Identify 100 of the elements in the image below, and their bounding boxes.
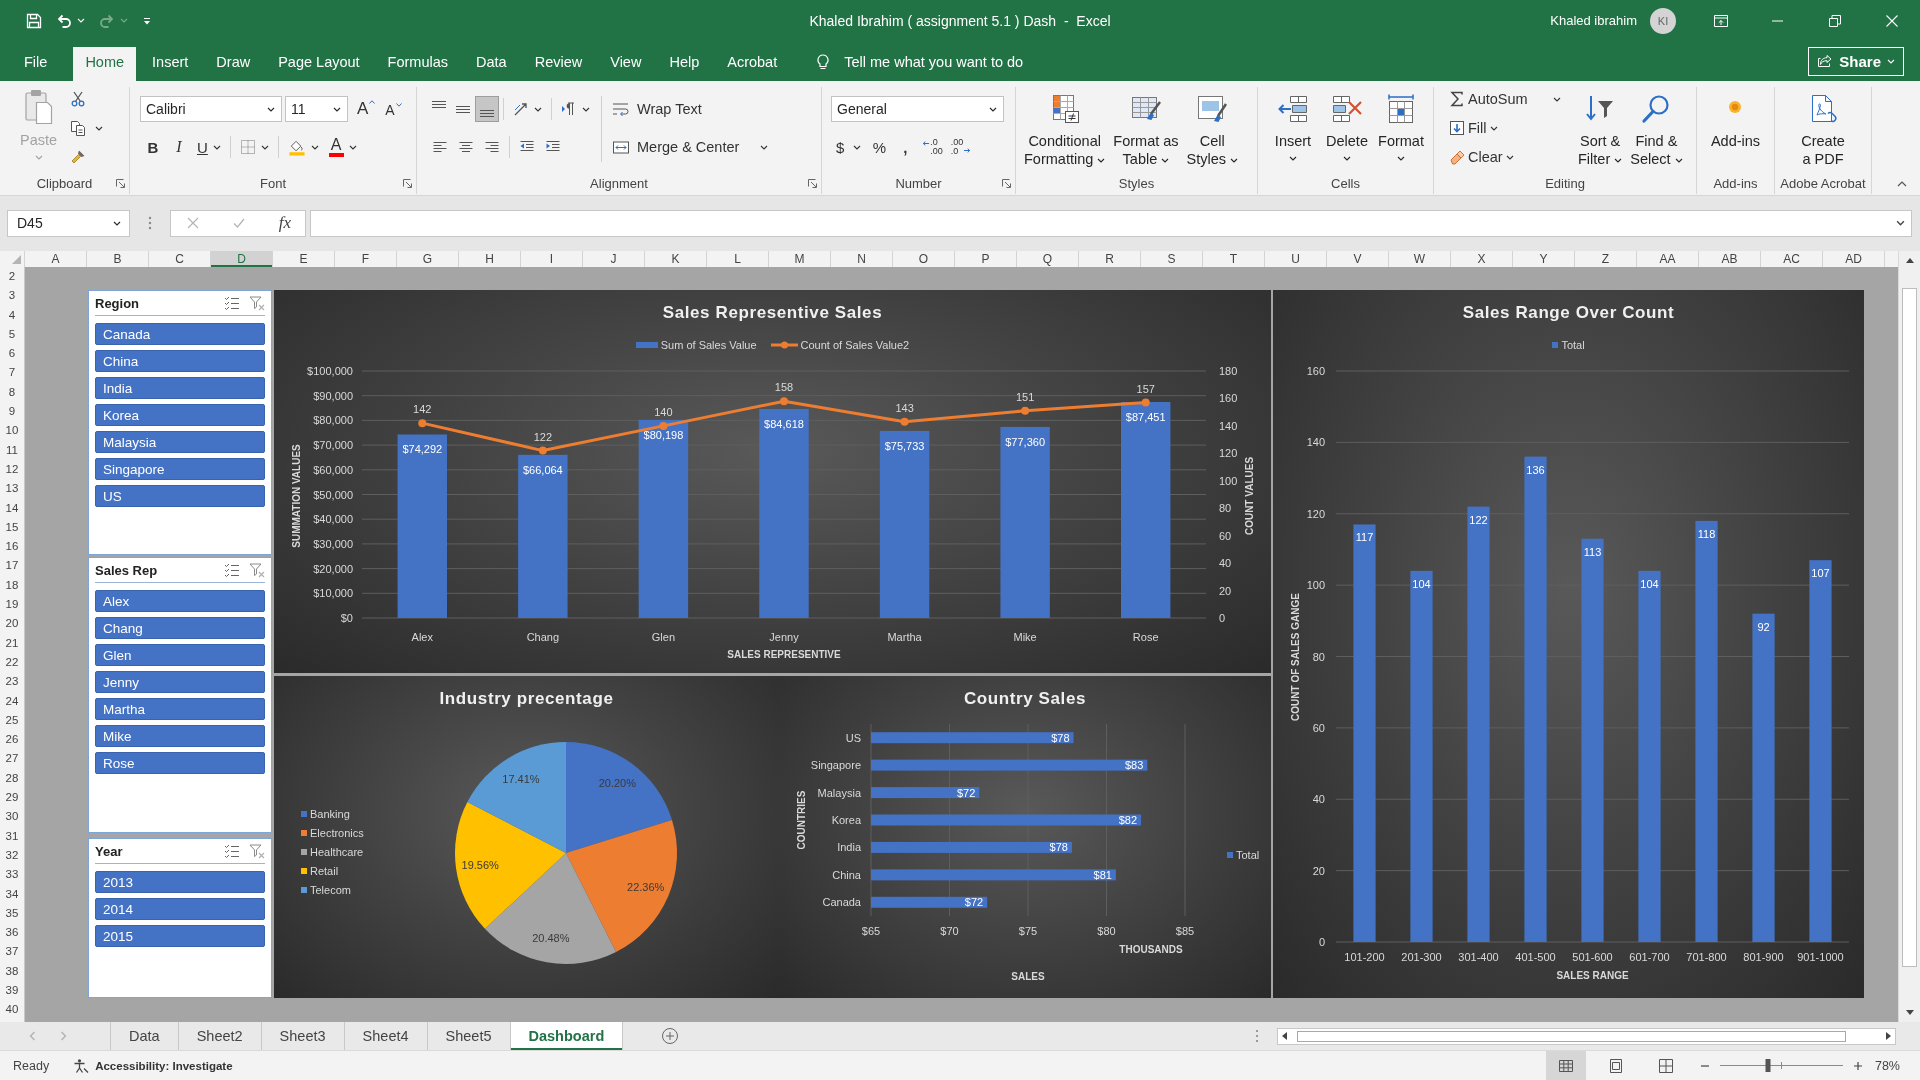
create-pdf-button[interactable]: Create a PDF bbox=[1797, 93, 1849, 172]
row-header[interactable]: 35 bbox=[0, 903, 24, 924]
slicer-item[interactable]: Martha bbox=[95, 698, 265, 720]
row-header[interactable]: 22 bbox=[0, 652, 24, 673]
row-header[interactable]: 33 bbox=[0, 865, 24, 885]
fill-button[interactable]: Fill bbox=[1444, 116, 1574, 140]
normal-view-button[interactable] bbox=[1545, 1051, 1586, 1080]
slicer-item[interactable]: 2014 bbox=[95, 898, 265, 920]
autosum-button[interactable]: AutoSum bbox=[1444, 87, 1574, 111]
conditional-formatting-button[interactable]: Conditional Formatting bbox=[1020, 93, 1110, 172]
row-header[interactable]: 10 bbox=[0, 421, 24, 441]
slicer-item[interactable]: Mike bbox=[95, 725, 265, 747]
name-box[interactable]: D45 bbox=[7, 209, 130, 237]
row-header[interactable]: 13 bbox=[0, 479, 24, 499]
multi-select-icon[interactable] bbox=[224, 562, 240, 578]
scrollbar-thumb[interactable] bbox=[1297, 1030, 1846, 1042]
row-header[interactable]: 39 bbox=[0, 981, 24, 1001]
share-button[interactable]: Share bbox=[1808, 46, 1904, 76]
insert-cells-button[interactable]: Insert bbox=[1266, 93, 1320, 172]
format-cells-button[interactable]: Format bbox=[1374, 93, 1428, 172]
row-header[interactable]: 28 bbox=[0, 768, 24, 788]
ribbon-tab[interactable]: Help bbox=[657, 47, 712, 81]
row-header[interactable]: 23 bbox=[0, 672, 24, 692]
currency-format-button[interactable]: $ bbox=[831, 134, 867, 160]
slicer-item[interactable]: Canada bbox=[95, 323, 265, 345]
row-header[interactable]: 31 bbox=[0, 826, 24, 846]
clear-filter-icon[interactable] bbox=[249, 295, 265, 311]
ribbon-tab[interactable]: File bbox=[12, 47, 60, 81]
cell-styles-button[interactable]: Cell Styles bbox=[1182, 93, 1243, 172]
row-header[interactable]: 25 bbox=[0, 710, 24, 731]
ribbon-tab[interactable]: Home bbox=[73, 47, 137, 81]
drag-handle-icon[interactable] bbox=[148, 216, 152, 230]
merge-center-button[interactable]: Merge & Center bbox=[608, 134, 773, 160]
plus-circle-icon[interactable] bbox=[661, 1027, 680, 1045]
row-header[interactable]: 20 bbox=[0, 614, 24, 634]
font-color-button[interactable]: A bbox=[323, 134, 362, 160]
italic-button[interactable]: I bbox=[166, 134, 192, 160]
row-header[interactable]: 17 bbox=[0, 556, 24, 576]
row-header[interactable]: 29 bbox=[0, 788, 24, 808]
row-header[interactable]: 32 bbox=[0, 845, 24, 866]
clear-button[interactable]: Clear bbox=[1444, 145, 1574, 169]
collapse-ribbon-icon[interactable] bbox=[1897, 181, 1907, 187]
row-header[interactable]: 9 bbox=[0, 402, 24, 422]
row-header[interactable]: 37 bbox=[0, 942, 24, 962]
ribbon-tab[interactable]: Review bbox=[522, 47, 595, 81]
slicer-item[interactable]: Malaysia bbox=[95, 431, 265, 453]
slicer-item[interactable]: Chang bbox=[95, 617, 265, 639]
row-header[interactable]: 34 bbox=[0, 884, 24, 904]
dialog-launcher-icon[interactable] bbox=[116, 178, 125, 188]
delete-cells-button[interactable]: Delete bbox=[1320, 93, 1374, 172]
formula-input-field[interactable] bbox=[310, 209, 1912, 237]
grow-font-button[interactable]: A bbox=[352, 96, 381, 122]
dialog-launcher-icon[interactable] bbox=[808, 178, 817, 188]
row-header[interactable]: 40 bbox=[0, 1000, 24, 1020]
clear-filter-icon[interactable] bbox=[249, 843, 265, 859]
row-header[interactable]: 2 bbox=[0, 267, 24, 287]
row-header[interactable]: 11 bbox=[0, 440, 24, 460]
slicer-item[interactable]: Alex bbox=[95, 590, 265, 612]
check-icon[interactable] bbox=[232, 217, 245, 229]
expand-caret-icon[interactable] bbox=[1896, 220, 1905, 226]
row-header[interactable]: 6 bbox=[0, 344, 24, 364]
ribbon-tab[interactable]: Page Layout bbox=[266, 47, 372, 81]
row-header[interactable]: 27 bbox=[0, 749, 24, 769]
ribbon-tab[interactable]: Draw bbox=[204, 47, 263, 81]
number-format-combobox[interactable]: General bbox=[831, 96, 1004, 122]
row-header[interactable]: 18 bbox=[0, 575, 24, 596]
slicer-item[interactable]: Korea bbox=[95, 404, 265, 426]
ribbon-tab[interactable]: Formulas bbox=[375, 47, 461, 81]
slicer-item[interactable]: Rose bbox=[95, 752, 265, 774]
dialog-launcher-icon[interactable] bbox=[1002, 178, 1011, 188]
minus-icon[interactable] bbox=[1699, 1064, 1710, 1067]
ribbon-tab[interactable]: Acrobat bbox=[715, 47, 790, 81]
row-header[interactable]: 14 bbox=[0, 498, 24, 518]
comma-style-button[interactable]: , bbox=[892, 134, 919, 160]
percent-style-button[interactable]: % bbox=[866, 134, 893, 160]
row-header[interactable]: 24 bbox=[0, 691, 24, 711]
align-bottom-button[interactable] bbox=[475, 96, 499, 122]
ribbon-tab[interactable]: Insert bbox=[140, 47, 201, 81]
row-header[interactable]: 26 bbox=[0, 730, 24, 750]
font-size-combobox[interactable]: 11 bbox=[285, 96, 348, 122]
ribbon-tab[interactable]: View bbox=[598, 47, 654, 81]
user-avatar[interactable]: KI bbox=[1650, 7, 1676, 34]
scrollbar-thumb[interactable] bbox=[1902, 288, 1917, 967]
tell-me-search-button[interactable]: Tell me what you want to do bbox=[815, 47, 1024, 81]
row-header[interactable]: 21 bbox=[0, 633, 24, 653]
font-name-combobox[interactable]: Calibri bbox=[140, 96, 282, 122]
multi-select-icon[interactable] bbox=[224, 295, 240, 311]
bold-button[interactable]: B bbox=[140, 134, 166, 160]
row-header[interactable]: 15 bbox=[0, 517, 24, 538]
decrease-decimal-button[interactable]: .00 .0 bbox=[946, 134, 976, 160]
addins-button[interactable]: Add-ins bbox=[1706, 99, 1765, 172]
row-header[interactable]: 19 bbox=[0, 595, 24, 615]
plus-icon[interactable] bbox=[1852, 1060, 1863, 1071]
find-select-button[interactable]: Find & Select bbox=[1626, 87, 1687, 172]
multi-select-icon[interactable] bbox=[224, 843, 240, 859]
slicer-item[interactable]: India bbox=[95, 377, 265, 399]
dialog-launcher-icon[interactable] bbox=[403, 178, 412, 188]
slicer-item[interactable]: Glen bbox=[95, 644, 265, 666]
zoom-slider-thumb[interactable] bbox=[1765, 1059, 1771, 1072]
slicer-item[interactable]: US bbox=[95, 485, 265, 507]
